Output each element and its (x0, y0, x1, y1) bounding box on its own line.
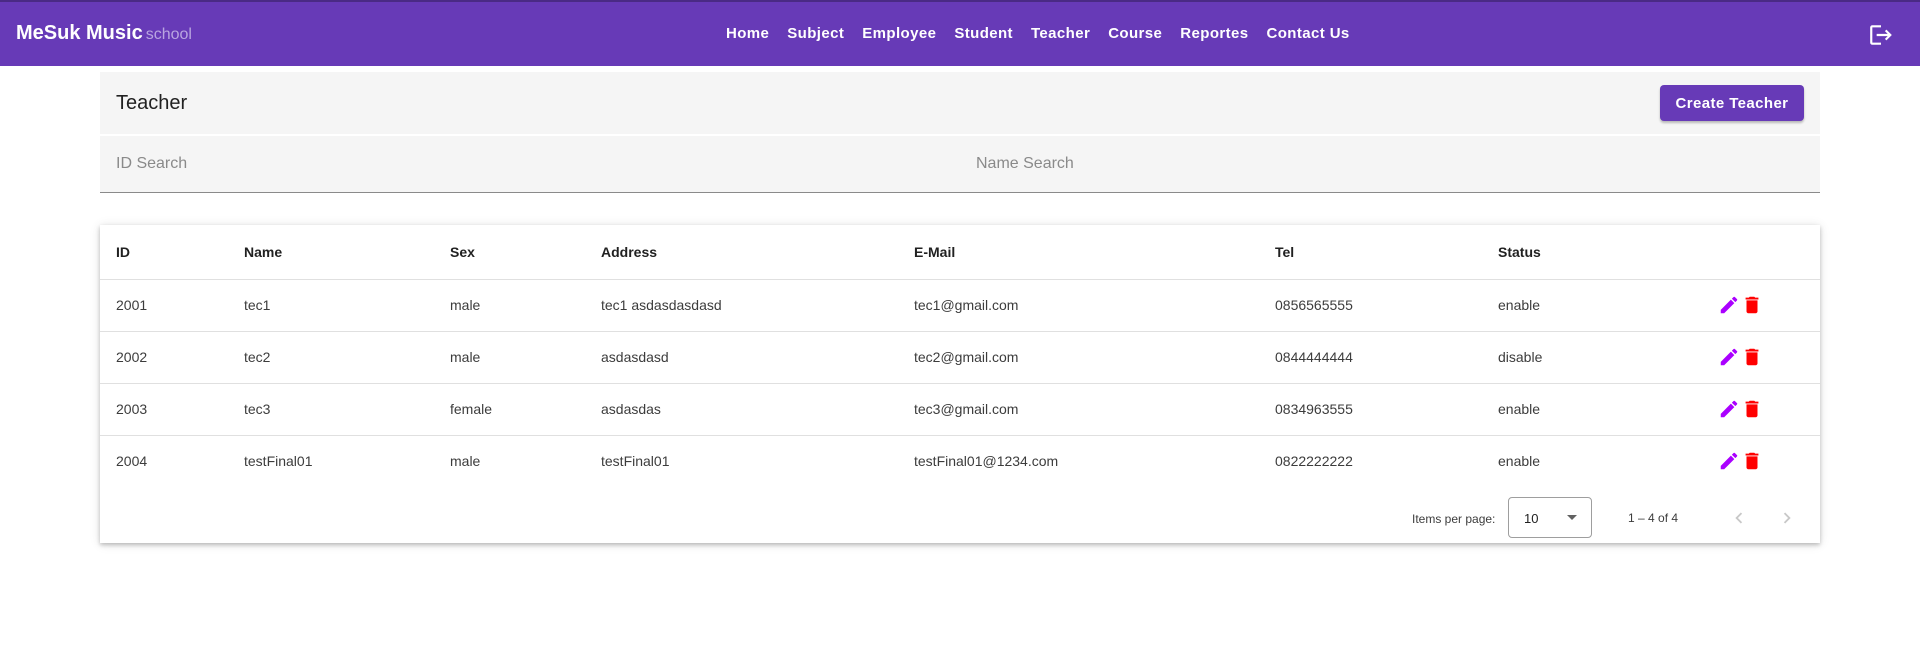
id-search-input[interactable] (100, 136, 950, 192)
nav-link-teacher[interactable]: Teacher (1031, 25, 1090, 42)
page-size-value: 10 (1524, 511, 1539, 526)
teacher-table: ID Name Sex Address E-Mail Tel Status 20… (100, 225, 1820, 543)
cell-address: tec1 asdasdasdasd (601, 297, 722, 313)
cell-tel: 0834963555 (1275, 401, 1353, 417)
brand-subtitle: school (145, 26, 192, 43)
column-header-address[interactable]: Address (601, 244, 657, 260)
table-row: 2001 tec1 male tec1 asdasdasdasd tec1@gm… (100, 279, 1820, 331)
cell-status: disable (1498, 349, 1543, 365)
cell-status: enable (1498, 297, 1541, 313)
dropdown-caret-icon (1567, 515, 1577, 520)
column-header-id[interactable]: ID (116, 244, 130, 260)
edit-pencil-icon[interactable] (1718, 294, 1740, 316)
paginator: Items per page: 10 1 – 4 of 4 (100, 495, 1820, 543)
delete-trash-icon[interactable] (1741, 450, 1763, 472)
nav-link-contact-us[interactable]: Contact Us (1267, 25, 1350, 42)
cell-tel: 0856565555 (1275, 297, 1353, 313)
cell-name: testFinal01 (244, 453, 313, 469)
cell-name: tec2 (244, 349, 271, 365)
cell-name: tec3 (244, 401, 271, 417)
cell-email: testFinal01@1234.com (914, 453, 1059, 469)
previous-page-icon[interactable] (1728, 507, 1750, 529)
nav-link-reportes[interactable]: Reportes (1180, 25, 1248, 42)
next-page-icon[interactable] (1776, 507, 1798, 529)
cell-sex: female (450, 401, 493, 417)
nav-menu: Home Subject Employee Student Teacher Co… (726, 25, 1368, 42)
table-row: 2003 tec3 female asdasdas tec3@gmail.com… (100, 383, 1820, 435)
cell-email: tec3@gmail.com (914, 401, 1019, 417)
cell-address: asdasdasd (601, 349, 669, 365)
brand-name: MeSuk Music (16, 22, 143, 44)
cell-status: enable (1498, 401, 1541, 417)
table-row: 2002 tec2 male asdasdasd tec2@gmail.com … (100, 331, 1820, 383)
table-row: 2004 testFinal01 male testFinal01 testFi… (100, 435, 1820, 487)
cell-id: 2004 (116, 453, 148, 469)
column-header-email[interactable]: E-Mail (914, 244, 955, 260)
cell-sex: male (450, 453, 481, 469)
nav-link-student[interactable]: Student (954, 25, 1013, 42)
page-size-select[interactable]: 10 (1508, 497, 1592, 538)
delete-trash-icon[interactable] (1741, 346, 1763, 368)
cell-id: 2002 (116, 349, 148, 365)
cell-tel: 0822222222 (1275, 453, 1353, 469)
cell-id: 2003 (116, 401, 148, 417)
cell-sex: male (450, 349, 481, 365)
cell-email: tec1@gmail.com (914, 297, 1019, 313)
column-header-sex[interactable]: Sex (450, 244, 475, 260)
column-header-status[interactable]: Status (1498, 244, 1541, 260)
name-search-input[interactable] (960, 136, 1820, 192)
delete-trash-icon[interactable] (1741, 294, 1763, 316)
page-title: Teacher (116, 92, 188, 114)
cell-address: testFinal01 (601, 453, 670, 469)
cell-address: asdasdas (601, 401, 661, 417)
nav-link-subject[interactable]: Subject (787, 25, 844, 42)
edit-pencil-icon[interactable] (1718, 398, 1740, 420)
edit-pencil-icon[interactable] (1718, 450, 1740, 472)
edit-pencil-icon[interactable] (1718, 346, 1740, 368)
cell-id: 2001 (116, 297, 148, 313)
nav-link-home[interactable]: Home (726, 25, 769, 42)
page-range-label: 1 – 4 of 4 (1628, 511, 1679, 525)
column-header-tel[interactable]: Tel (1275, 244, 1294, 260)
nav-link-employee[interactable]: Employee (862, 25, 936, 42)
nav-link-course[interactable]: Course (1108, 25, 1162, 42)
create-teacher-button[interactable]: Create Teacher (1660, 85, 1804, 121)
column-header-name[interactable]: Name (244, 244, 282, 260)
items-per-page-label: Items per page: (1412, 512, 1496, 526)
delete-trash-icon[interactable] (1741, 398, 1763, 420)
cell-sex: male (450, 297, 481, 313)
cell-name: tec1 (244, 297, 271, 313)
page-header: Teacher Create Teacher (100, 72, 1820, 134)
cell-email: tec2@gmail.com (914, 349, 1019, 365)
search-bar (100, 136, 1820, 193)
cell-status: enable (1498, 453, 1541, 469)
logout-icon[interactable] (1868, 22, 1894, 48)
top-navbar: MeSuk Music school Home Subject Employee … (0, 0, 1920, 66)
app-brand[interactable]: MeSuk Music school (16, 22, 192, 45)
cell-tel: 0844444444 (1275, 349, 1353, 365)
